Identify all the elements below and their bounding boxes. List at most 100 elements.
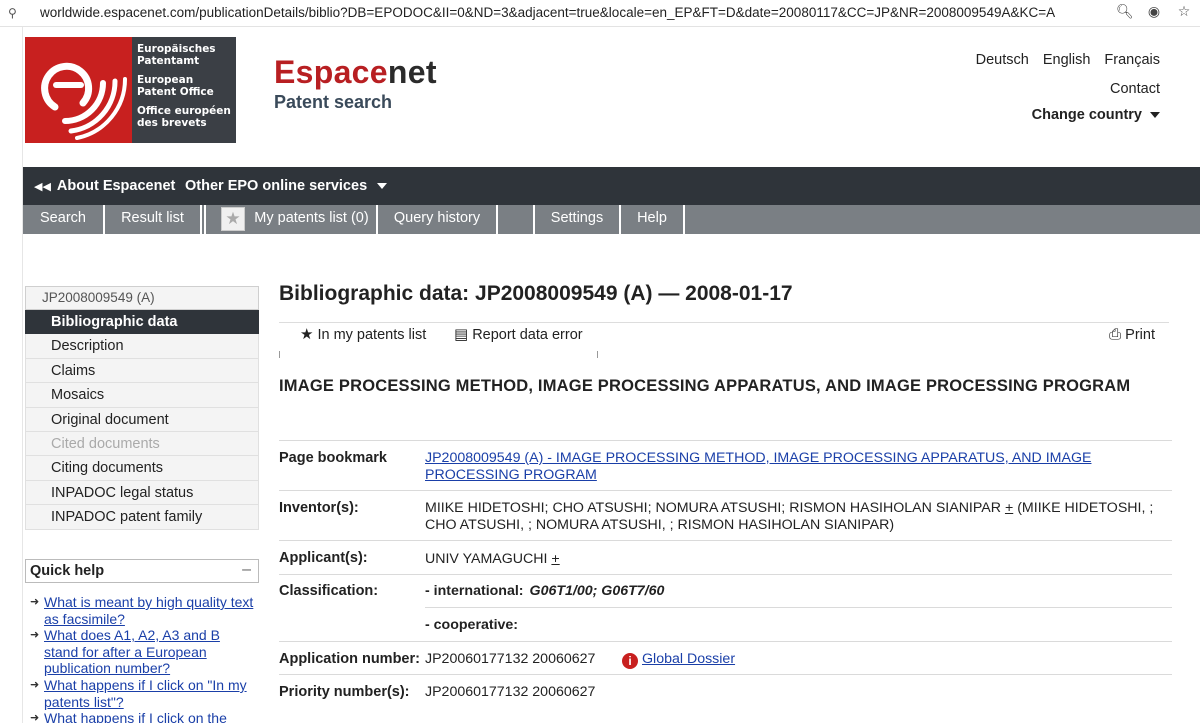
printer-icon: ⎙ — [1109, 325, 1122, 343]
priority-number-label: Priority number(s): — [279, 684, 410, 700]
report-error-label: Report data error — [472, 327, 583, 343]
inventors-expand[interactable]: + — [1005, 500, 1013, 516]
quick-help-item: ➜ What does A1, A2, A3 and B stand for af… — [30, 627, 258, 677]
main-tabs: Search Result list ★ My patents list (0)… — [23, 205, 1200, 234]
language-switcher: Deutsch English Français — [976, 52, 1160, 68]
quick-help-link[interactable]: What does A1, A2, A3 and B stand for aft… — [44, 627, 220, 676]
quick-help-link[interactable]: What is meant by high quality text as fa… — [44, 594, 253, 627]
applicants-expand[interactable]: + — [551, 551, 559, 567]
page-bookmark-link[interactable]: JP2008009549 (A) - IMAGE PROCESSING METH… — [425, 450, 1091, 483]
tab-my-patents-label: My patents list (0) — [254, 210, 369, 226]
tab-result-list[interactable]: Result list — [105, 205, 202, 234]
arrow-right-icon: ➜ — [30, 677, 40, 691]
change-country-label: Change country — [1031, 107, 1142, 123]
global-dossier-label: Global Dossier — [642, 651, 736, 667]
tab-my-patents-list[interactable]: ★ My patents list (0) — [221, 205, 378, 234]
international-codes[interactable]: G06T1/00; G06T7/60 — [530, 583, 665, 599]
inventors-value: MIIKE HIDETOSHI; CHO ATSUSHI; NOMURA ATS… — [425, 500, 1165, 533]
sidebar-item-citing-documents[interactable]: Citing documents — [25, 456, 259, 481]
sidebar-nav: Bibliographic data Description Claims Mo… — [25, 310, 259, 530]
page-title: Bibliographic data: JP2008009549 (A) — 2… — [279, 282, 793, 305]
logo-line-fr: Office européen des brevets — [137, 105, 231, 129]
arrow-right-icon: ➜ — [30, 711, 40, 723]
lang-english[interactable]: English — [1043, 52, 1091, 68]
logo-line-de: Europäisches Patentamt — [137, 43, 216, 67]
about-espacenet-label: About Espacenet — [56, 178, 176, 194]
browser-actions: 🔍︎ ◉ ☆ — [1116, 4, 1192, 20]
inventors-label: Inventor(s): — [279, 500, 359, 516]
sidebar-item-description[interactable]: Description — [25, 334, 259, 359]
sidebar-document-id: JP2008009549 (A) — [25, 286, 259, 310]
in-my-patents-list-button[interactable]: ★ In my patents list — [300, 325, 426, 343]
inventors-names: MIIKE HIDETOSHI; CHO ATSUSHI; NOMURA ATS… — [425, 500, 1001, 516]
logo-line-en: European Patent Office — [137, 74, 214, 98]
sidebar-item-mosaics[interactable]: Mosaics — [25, 383, 259, 408]
site-info-icon[interactable]: ⚲ — [8, 6, 17, 20]
arrow-right-icon: ➜ — [30, 595, 40, 608]
star-icon: ★ — [300, 325, 314, 343]
sidebar-item-claims[interactable]: Claims — [25, 358, 259, 384]
applicants-value: UNIV YAMAGUCHI + — [425, 551, 560, 568]
chevron-down-icon — [1150, 112, 1160, 119]
sidebar-item-inpadoc-legal-status[interactable]: INPADOC legal status — [25, 480, 259, 506]
quick-help-link[interactable]: What happens if I click on "In my patent… — [44, 677, 247, 710]
print-button[interactable]: ⎙ Print — [1109, 325, 1155, 343]
page-border — [22, 27, 23, 723]
divider — [279, 641, 1172, 642]
quick-help-link[interactable]: What happens if I click on the — [44, 710, 227, 723]
tab-query-history[interactable]: Query history — [378, 205, 498, 234]
epo-logo[interactable]: Europäisches Patentamt European Patent O… — [25, 37, 236, 143]
zoom-icon[interactable]: 🔍︎ — [1116, 4, 1134, 20]
quick-help-title: Quick help — [30, 563, 105, 579]
sidebar-item-original-document[interactable]: Original document — [25, 407, 259, 432]
page-bookmark-label: Page bookmark — [279, 450, 387, 466]
divider — [425, 607, 1172, 608]
quick-help-item: ➜ What is meant by high quality text as f… — [30, 594, 258, 627]
tab-separator — [202, 205, 206, 234]
tab-help[interactable]: Help — [621, 205, 685, 234]
divider — [279, 490, 1172, 491]
divider — [279, 540, 1172, 541]
sidebar-item-bibliographic-data[interactable]: Bibliographic data — [25, 310, 259, 335]
tab-settings[interactable]: Settings — [535, 205, 621, 234]
chevron-down-icon — [377, 183, 388, 190]
priority-number-value: JP20060177132 20060627 — [425, 684, 596, 700]
brand-part-2: net — [387, 54, 437, 90]
star-icon: ★ — [221, 207, 245, 231]
other-services-menu[interactable]: Other EPO online services — [185, 178, 388, 194]
other-services-label: Other EPO online services — [185, 178, 368, 194]
international-label: - international: — [425, 583, 524, 599]
browser-url-bar: ⚲ worldwide.espacenet.com/publicationDet… — [0, 0, 1200, 27]
contact-link[interactable]: Contact — [1110, 81, 1160, 97]
top-navigation: ◀◀ About Espacenet Other EPO online servi… — [23, 167, 1200, 205]
change-country-dropdown[interactable]: Change country — [1032, 107, 1160, 123]
classification-international: - international: G06T1/00; G06T7/60 — [425, 583, 664, 600]
application-number-label: Application number: — [279, 651, 420, 667]
collapse-icon[interactable]: – — [242, 561, 251, 579]
print-label: Print — [1125, 327, 1155, 343]
divider — [279, 440, 1172, 441]
double-chevron-left-icon: ◀◀ — [34, 180, 51, 193]
global-dossier-link[interactable]: i Global Dossier — [622, 651, 735, 669]
quick-help-header[interactable]: Quick help – — [25, 559, 259, 583]
url-text[interactable]: worldwide.espacenet.com/publicationDetai… — [40, 5, 1055, 20]
sidebar-item-cited-documents: Cited documents — [25, 431, 259, 457]
document-actions: ★ In my patents list ▤ Report data error ⎙… — [279, 322, 1169, 358]
lang-francais[interactable]: Français — [1104, 52, 1160, 68]
tab-spacer — [498, 205, 535, 234]
quick-help-list: ➜ What is meant by high quality text as f… — [30, 594, 258, 723]
applicants-names: UNIV YAMAGUCHI — [425, 551, 548, 567]
espacenet-brand[interactable]: Espacenet — [274, 54, 437, 91]
about-espacenet-link[interactable]: ◀◀ About Espacenet — [34, 178, 175, 194]
document-title: IMAGE PROCESSING METHOD, IMAGE PROCESSIN… — [279, 377, 1131, 395]
eye-off-icon[interactable]: ◉ — [1146, 4, 1162, 20]
cooperative-label: - cooperative: — [425, 617, 519, 633]
lang-deutsch[interactable]: Deutsch — [976, 52, 1029, 68]
page-bookmark-value: JP2008009549 (A) - IMAGE PROCESSING METH… — [425, 450, 1165, 483]
sidebar-item-inpadoc-patent-family[interactable]: INPADOC patent family — [25, 505, 259, 530]
report-data-error-button[interactable]: ▤ Report data error — [454, 325, 583, 343]
divider — [279, 574, 1172, 575]
report-icon: ▤ — [454, 325, 469, 343]
bookmark-star-icon[interactable]: ☆ — [1176, 4, 1192, 20]
tab-search[interactable]: Search — [23, 205, 105, 234]
